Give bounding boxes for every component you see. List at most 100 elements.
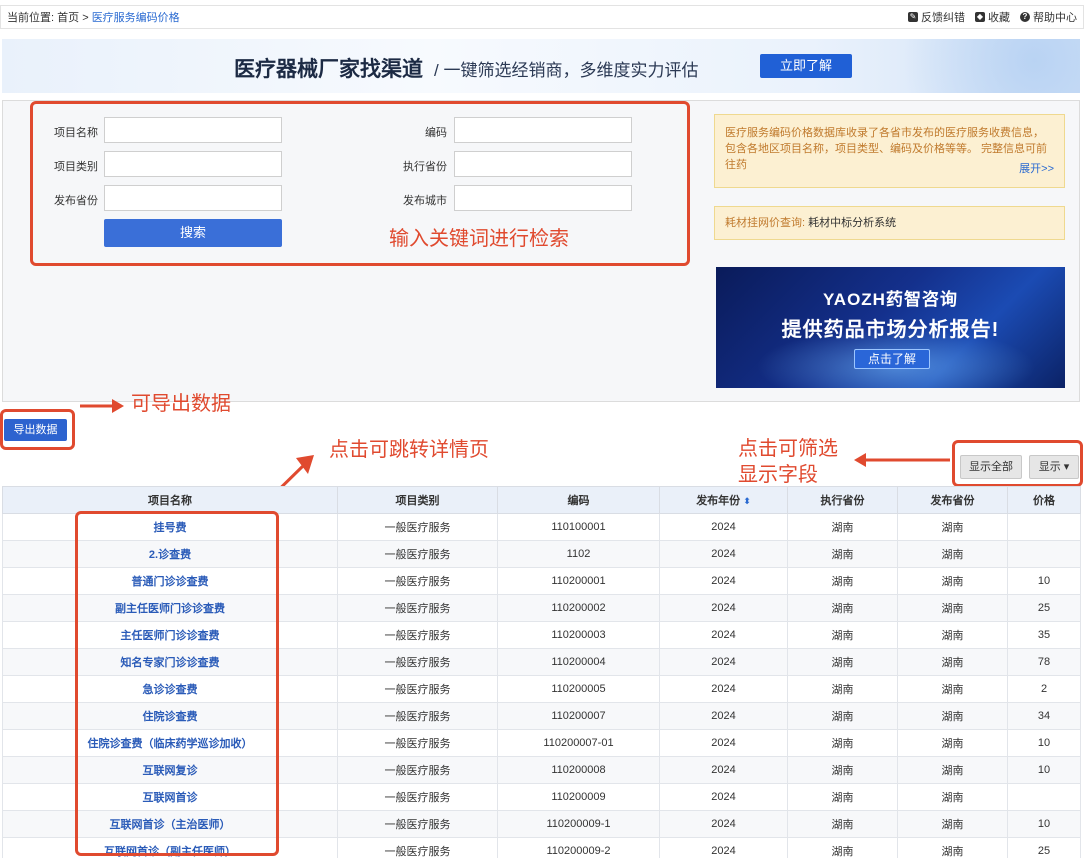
col-code: 编码 [497,486,660,514]
favorite-button[interactable]: ◆ 收藏 [975,9,1010,25]
annotation-box-search [30,101,690,266]
cell-exec-province: 湖南 [787,729,898,757]
cell-code: 110200009 [497,783,660,811]
cell-price: 78 [1007,648,1081,676]
cell-category: 一般医疗服务 [337,675,498,703]
cell-price: 2 [1007,675,1081,703]
cell-category: 一般医疗服务 [337,783,498,811]
feedback-label: 反馈纠错 [921,12,965,24]
breadcrumb-home-link[interactable]: 首页 [57,12,79,24]
cell-price: 35 [1007,621,1081,649]
cell-price: 25 [1007,837,1081,858]
cell-price [1007,783,1081,811]
feedback-button[interactable]: ✎ 反馈纠错 [908,9,965,25]
cell-price: 34 [1007,702,1081,730]
cell-category: 一般医疗服务 [337,702,498,730]
cell-category: 一般医疗服务 [337,567,498,595]
cell-exec-province: 湖南 [787,540,898,568]
cell-category: 一般医疗服务 [337,810,498,838]
cell-pub-province: 湖南 [897,837,1008,858]
banner-title: 医疗器械厂家找渠道 [234,58,423,81]
col-project-name: 项目名称 [2,486,338,514]
cell-code: 110200005 [497,675,660,703]
cell-pub-year: 2024 [659,756,788,784]
cell-price [1007,513,1081,541]
cell-exec-province: 湖南 [787,675,898,703]
cell-pub-province: 湖南 [897,756,1008,784]
cell-pub-year: 2024 [659,675,788,703]
cell-pub-year: 2024 [659,702,788,730]
annotation-arrow-filter [854,453,950,467]
cell-category: 一般医疗服务 [337,648,498,676]
sort-icon[interactable]: ⬍ [743,496,751,506]
annotation-filter: 点击可筛选 显示字段 [738,436,838,488]
cell-exec-province: 湖南 [787,594,898,622]
favorite-label: 收藏 [988,12,1010,24]
cell-price [1007,540,1081,568]
info-notice: 医疗服务编码价格数据库收录了各省市发布的医疗服务收费信息，包含各地区项目名称，项… [714,114,1065,188]
cell-pub-year: 2024 [659,783,788,811]
cell-pub-province: 湖南 [897,648,1008,676]
top-bar: 当前位置: 首页 > 医疗服务编码价格 ✎ 反馈纠错 ◆ 收藏 ? 帮助中心 [0,5,1084,29]
cell-pub-year: 2024 [659,810,788,838]
col-project-category: 项目类别 [337,486,498,514]
annotation-filter-line2: 显示字段 [738,464,818,486]
cell-pub-year: 2024 [659,513,788,541]
consumables-analysis-link[interactable]: 耗材中标分析系统 [808,217,896,229]
info-notice-text: 医疗服务编码价格数据库收录了各省市发布的医疗服务收费信息，包含各地区项目名称，项… [725,127,1048,171]
cell-category: 一般医疗服务 [337,540,498,568]
cell-code: 110200008 [497,756,660,784]
cell-pub-province: 湖南 [897,702,1008,730]
cell-category: 一般医疗服务 [337,513,498,541]
cell-pub-year: 2024 [659,594,788,622]
cell-pub-year: 2024 [659,648,788,676]
cell-code: 110200004 [497,648,660,676]
cell-category: 一般医疗服务 [337,837,498,858]
help-center-button[interactable]: ? 帮助中心 [1020,9,1077,25]
breadcrumb-current[interactable]: 医疗服务编码价格 [92,12,180,24]
cell-category: 一般医疗服务 [337,729,498,757]
cell-exec-province: 湖南 [787,810,898,838]
top-tools: ✎ 反馈纠错 ◆ 收藏 ? 帮助中心 [908,9,1077,25]
show-all-button[interactable]: 显示全部 [960,455,1022,479]
col-price: 价格 [1007,486,1081,514]
show-columns-dropdown[interactable]: 显示 ▾ [1029,455,1079,479]
yaozh-ad-banner[interactable]: YAOZH药智咨询 提供药品市场分析报告! 点击了解 [716,267,1065,388]
cell-pub-year: 2024 [659,621,788,649]
cell-exec-province: 湖南 [787,567,898,595]
ad-slogan: 提供药品市场分析报告! [781,319,1000,341]
banner-decoration [850,39,1080,93]
cell-code: 110200003 [497,621,660,649]
cell-pub-province: 湖南 [897,810,1008,838]
breadcrumb-separator: > [82,12,89,24]
breadcrumb: 当前位置: 首页 > 医疗服务编码价格 [7,9,180,25]
edit-icon: ✎ [908,12,918,22]
cell-code: 110200009-1 [497,810,660,838]
cell-code: 110100001 [497,513,660,541]
banner-learn-more-button[interactable]: 立即了解 [760,54,852,78]
annotation-arrow-export [80,399,124,413]
consumables-notice-key: 耗材挂网价查询: [725,217,806,229]
cell-category: 一般医疗服务 [337,621,498,649]
col-pub-year[interactable]: 发布年份 ⬍ [659,486,788,514]
annotation-box-detail [75,511,279,856]
cell-code: 110200007-01 [497,729,660,757]
cell-pub-province: 湖南 [897,594,1008,622]
cell-exec-province: 湖南 [787,621,898,649]
cell-pub-province: 湖南 [897,621,1008,649]
cell-price: 10 [1007,756,1081,784]
promo-banner[interactable]: 医疗器械厂家找渠道 / 一键筛选经销商，多维度实力评估 立即了解 [2,39,1080,93]
cell-exec-province: 湖南 [787,837,898,858]
cell-code: 1102 [497,540,660,568]
cell-pub-year: 2024 [659,837,788,858]
cell-price: 10 [1007,810,1081,838]
help-label: 帮助中心 [1033,12,1077,24]
cell-price: 10 [1007,729,1081,757]
col-exec-province: 执行省份 [787,486,898,514]
export-data-button[interactable]: 导出数据 [4,419,67,441]
ad-click-button[interactable]: 点击了解 [854,349,930,369]
cell-category: 一般医疗服务 [337,594,498,622]
info-expand-link[interactable]: 展开>> [1019,161,1054,177]
ad-brand: YAOZH药智咨询 [823,290,958,309]
question-icon: ? [1020,12,1030,22]
